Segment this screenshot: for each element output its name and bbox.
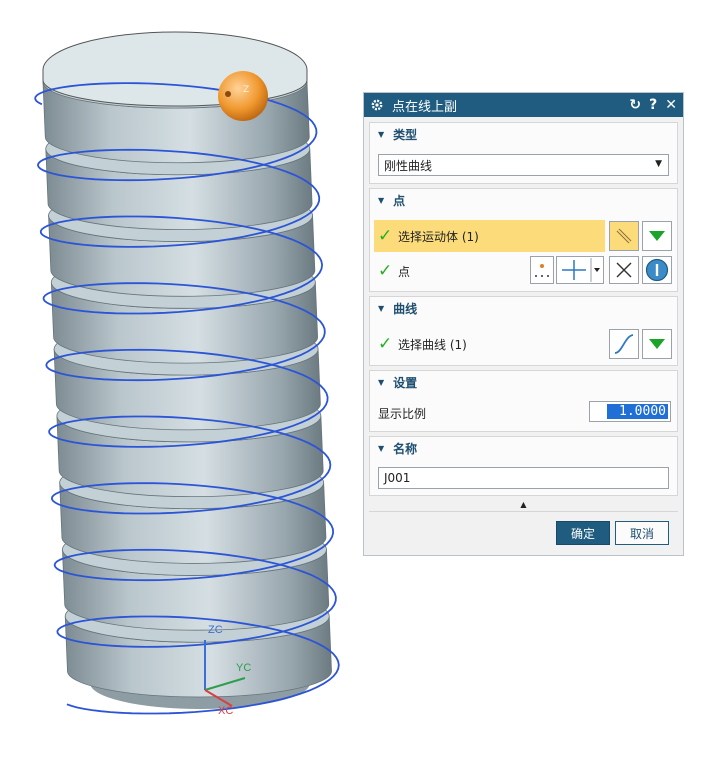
section-header-curve[interactable]: ▼ 曲线 [370, 297, 677, 319]
body-select-icon [616, 228, 632, 244]
ok-button[interactable]: 确定 [556, 521, 610, 545]
collapse-icon: ▼ [378, 377, 385, 387]
chevron-up-icon: ▲ [520, 500, 527, 509]
check-icon: ✓ [378, 226, 393, 246]
section-curve: ▼ 曲线 ✓ 选择曲线 (1) [369, 296, 678, 366]
inferred-point-button[interactable] [556, 256, 604, 284]
dialog-titlebar[interactable]: 点在线上副 ↻ ? ✕ [364, 93, 683, 117]
crosshair-icon [562, 258, 600, 282]
triangle-down-icon [649, 339, 665, 349]
info-button[interactable] [642, 256, 672, 284]
section-header-name[interactable]: ▼ 名称 [370, 437, 677, 459]
select-body-row[interactable]: ✓ 选择运动体 (1) [374, 220, 605, 252]
marker-label: Z [243, 85, 249, 95]
collapse-icon: ▼ [378, 129, 385, 139]
section-header-type[interactable]: ▼ 类型 [370, 123, 677, 145]
point-on-curve-dialog: 点在线上副 ↻ ? ✕ ▼ 类型 刚性曲线 ▼ ▼ 点 ✓ 选择运动体 (1) [363, 92, 684, 556]
collapse-icon: ▼ [378, 195, 385, 205]
section-name: ▼ 名称 J001 [369, 436, 678, 496]
section-header-point[interactable]: ▼ 点 [370, 189, 677, 211]
cancel-button[interactable]: 取消 [615, 521, 669, 545]
axis-label-zc: ZC [208, 624, 223, 636]
section-type: ▼ 类型 刚性曲线 ▼ [369, 122, 678, 184]
triangle-down-icon [649, 231, 665, 241]
reverse-button[interactable] [609, 256, 639, 284]
point-dialog-icon [535, 264, 549, 277]
motion-body-marker[interactable]: Z [218, 71, 268, 121]
body-options-dropdown[interactable] [642, 221, 672, 251]
section-point: ▼ 点 ✓ 选择运动体 (1) ✓ 点 [369, 188, 678, 292]
scale-input[interactable]: 1.0000 [589, 401, 671, 422]
section-header-settings[interactable]: ▼ 设置 [370, 371, 677, 393]
collapse-icon: ▼ [378, 443, 385, 453]
curve-options-dropdown[interactable] [642, 329, 672, 359]
point-dialog-button[interactable] [530, 256, 554, 284]
more-toggle[interactable]: ▲ [369, 499, 678, 512]
scale-label: 显示比例 [378, 407, 427, 421]
collapse-icon: ▼ [378, 303, 385, 313]
select-body-button[interactable] [609, 221, 639, 251]
section-settings: ▼ 设置 显示比例 1.0000 [369, 370, 678, 432]
name-input[interactable]: J001 [378, 467, 669, 489]
close-icon[interactable]: ✕ [665, 97, 677, 113]
screw-body[interactable] [42, 31, 332, 709]
curve-icon [614, 334, 634, 354]
select-curve-button[interactable] [609, 329, 639, 359]
dialog-title: 点在线上副 [392, 99, 458, 115]
gear-icon [371, 99, 383, 111]
info-icon [645, 258, 669, 282]
check-icon: ✓ [378, 334, 393, 354]
axis-label-yc: YC [236, 662, 252, 674]
help-icon[interactable]: ? [649, 97, 657, 113]
cross-icon [616, 262, 632, 278]
type-dropdown[interactable]: 刚性曲线 ▼ [378, 154, 669, 176]
reset-icon[interactable]: ↻ [629, 97, 641, 113]
chevron-down-icon: ▼ [655, 159, 662, 169]
check-icon: ✓ [378, 261, 393, 281]
axis-label-xc: XC [218, 705, 234, 717]
